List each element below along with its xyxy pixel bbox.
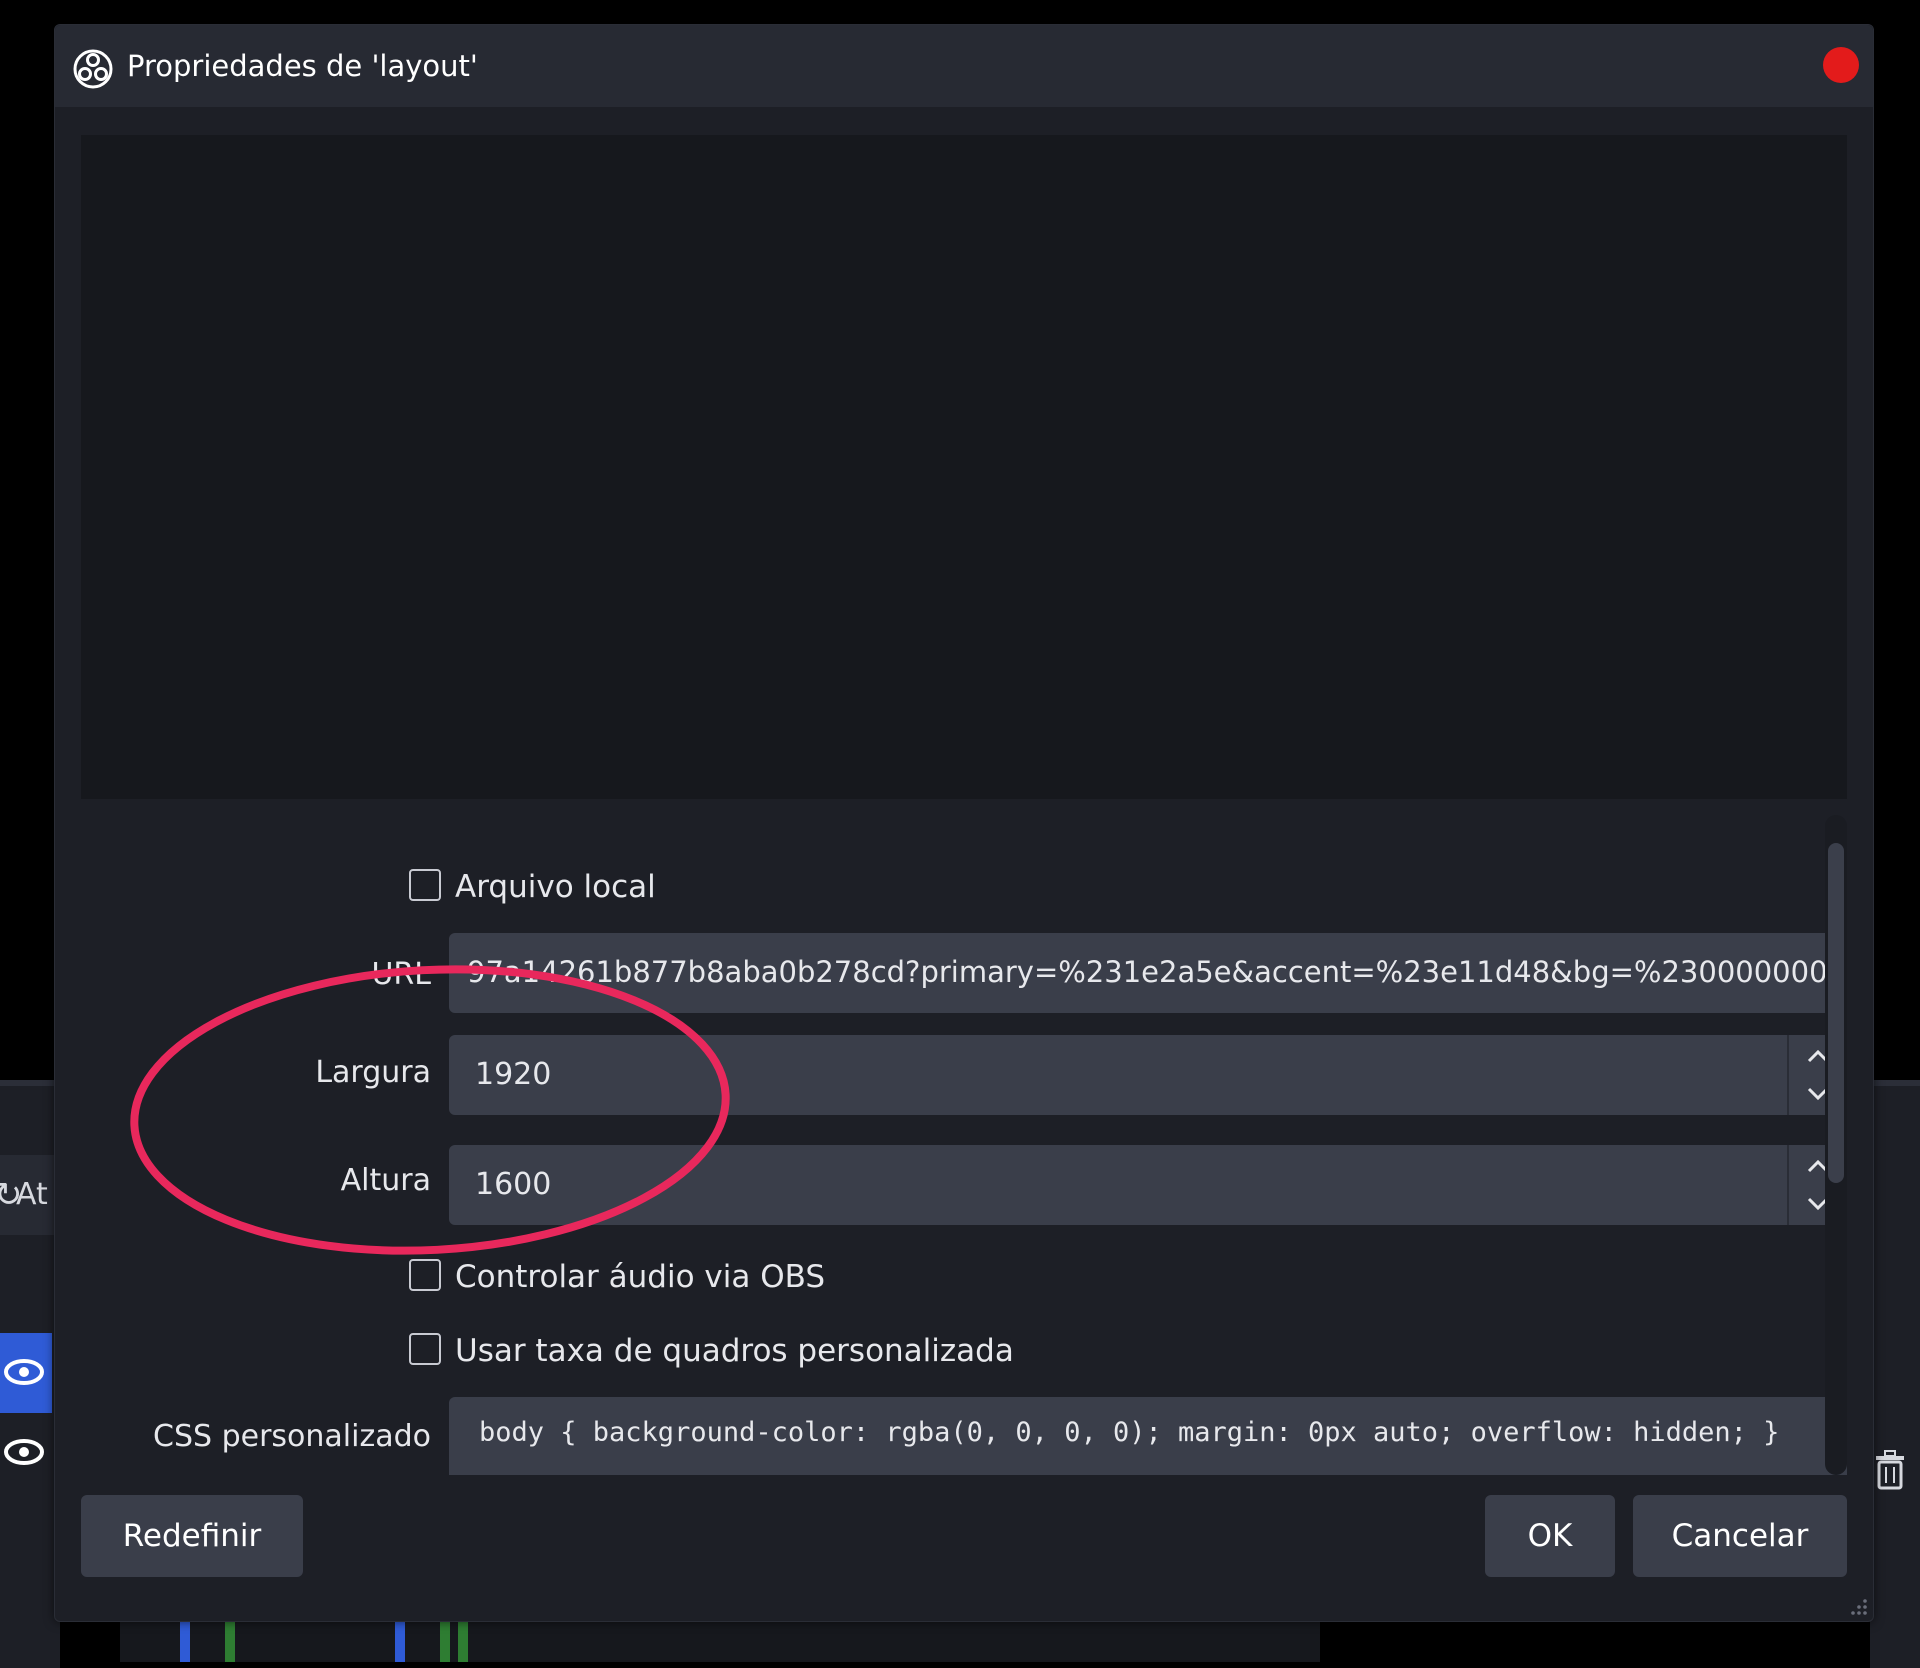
height-spinbox[interactable]: 1600: [449, 1145, 1847, 1225]
width-value: 1920: [475, 1057, 552, 1092]
control-audio-checkbox[interactable]: [409, 1259, 441, 1291]
audio-meter: [225, 1622, 235, 1662]
main-window-right-panel: [1870, 1080, 1920, 1668]
source-row[interactable]: [0, 1413, 52, 1493]
local-file-checkbox[interactable]: [409, 869, 441, 901]
properties-list: Arquivo local URL 97a14261b877b8aba0b278…: [81, 815, 1847, 1475]
trash-icon[interactable]: [1872, 1448, 1908, 1492]
url-input[interactable]: 97a14261b877b8aba0b278cd?primary=%231e2a…: [449, 933, 1847, 1013]
properties-scrollbar[interactable]: [1825, 815, 1847, 1475]
resize-grip-icon[interactable]: [1847, 1595, 1869, 1617]
height-label: Altura: [340, 1163, 431, 1198]
audio-meter: [440, 1622, 450, 1662]
close-icon[interactable]: [1823, 47, 1859, 83]
scrollbar-thumb[interactable]: [1828, 843, 1844, 1183]
custom-css-textarea[interactable]: body { background-color: rgba(0, 0, 0, 0…: [449, 1397, 1847, 1475]
width-label: Largura: [315, 1055, 431, 1090]
width-spinbox[interactable]: 1920: [449, 1035, 1847, 1115]
control-audio-label: Controlar áudio via OBS: [455, 1259, 826, 1295]
obs-logo-icon: [73, 49, 113, 89]
reset-button[interactable]: Redefinir: [81, 1495, 303, 1577]
audio-meter: [180, 1622, 190, 1662]
toolbar-label: At: [16, 1177, 48, 1212]
eye-icon[interactable]: [2, 1355, 46, 1389]
custom-css-label: CSS personalizado: [153, 1419, 431, 1454]
url-label: URL: [371, 957, 431, 992]
dialog-titlebar[interactable]: Propriedades de 'layout': [55, 25, 1873, 107]
eye-icon[interactable]: [2, 1435, 46, 1469]
custom-fps-checkbox[interactable]: [409, 1333, 441, 1365]
height-value: 1600: [475, 1167, 552, 1202]
url-value: 97a14261b877b8aba0b278cd?primary=%231e2a…: [467, 955, 1846, 989]
cancel-button[interactable]: Cancelar: [1633, 1495, 1847, 1577]
local-file-label: Arquivo local: [455, 869, 656, 905]
audio-meter: [458, 1622, 468, 1662]
dialog-title: Propriedades de 'layout': [127, 49, 478, 83]
audio-meter: [395, 1622, 405, 1662]
source-row-selected[interactable]: [0, 1333, 52, 1413]
sources-toolbar[interactable]: ↻ At: [0, 1155, 60, 1235]
properties-dialog: Propriedades de 'layout' Arquivo local U…: [54, 24, 1874, 1622]
browser-source-preview: [81, 135, 1847, 799]
custom-fps-label: Usar taxa de quadros personalizada: [455, 1333, 1014, 1369]
ok-button[interactable]: OK: [1485, 1495, 1615, 1577]
